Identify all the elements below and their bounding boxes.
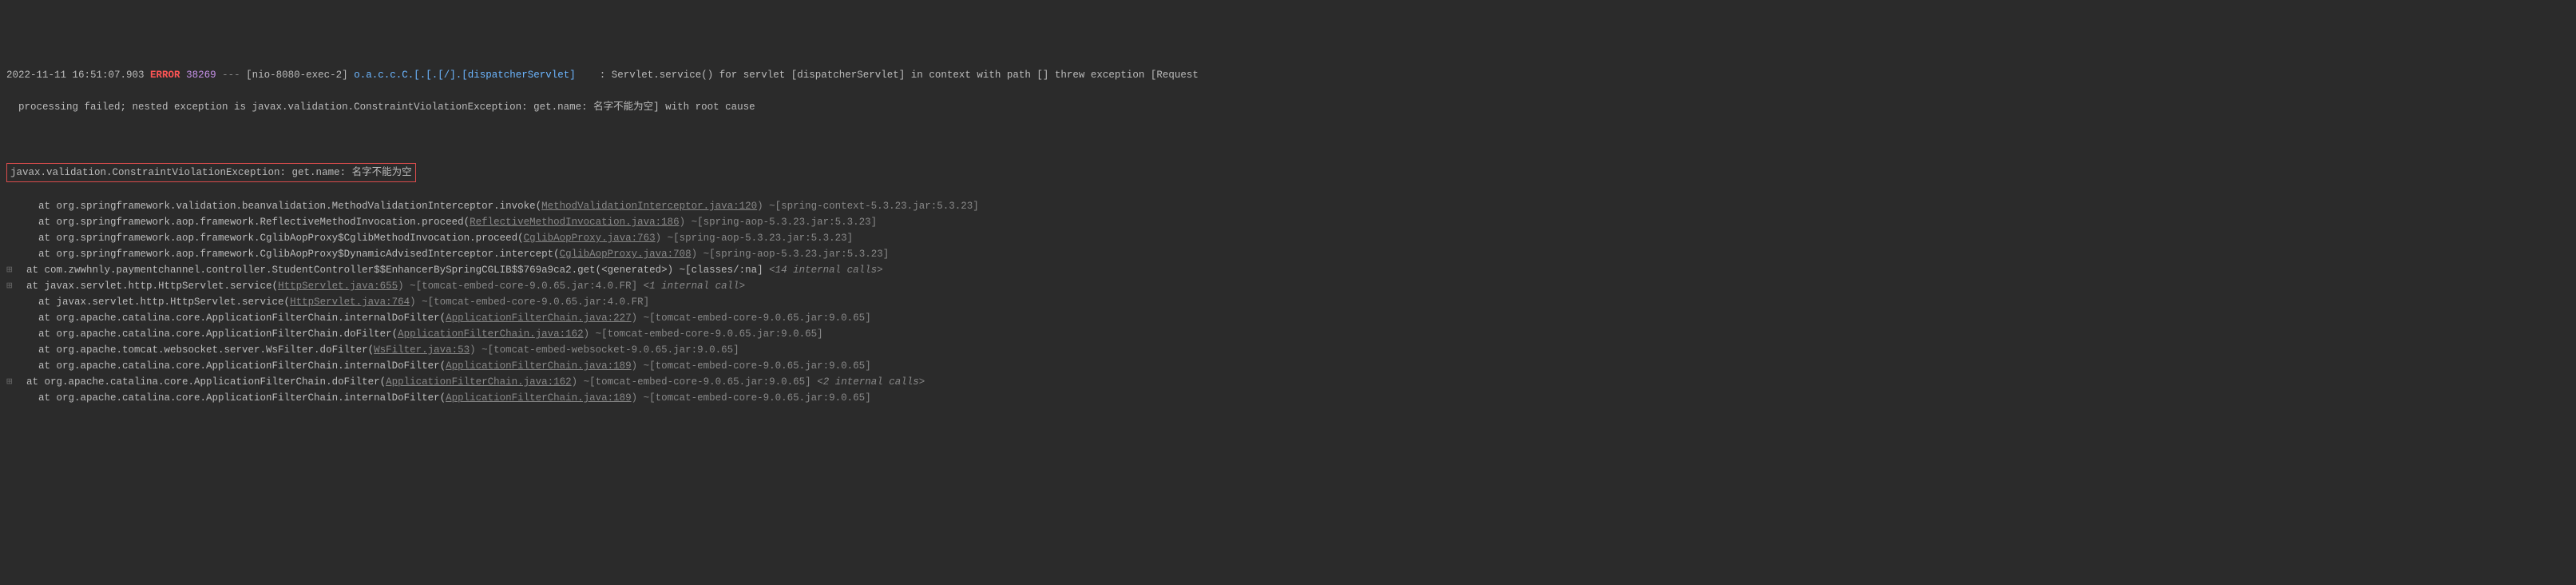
jar-info: ) ~[tomcat-embed-core-9.0.65.jar:9.0.65] bbox=[632, 392, 871, 404]
gutter-blank bbox=[6, 342, 14, 358]
stack-frame: ⊞ at org.apache.catalina.core.Applicatio… bbox=[6, 374, 2570, 390]
stack-text: at javax.servlet.http.HttpServlet.servic… bbox=[14, 281, 278, 292]
source-link[interactable]: CglibAopProxy.java:763 bbox=[524, 233, 656, 244]
jar-info: ) ~[spring-aop-5.3.23.jar:5.3.23] bbox=[692, 249, 890, 260]
blank-line bbox=[6, 131, 2570, 147]
stack-frame: at org.apache.catalina.core.ApplicationF… bbox=[6, 358, 2570, 374]
jar-info: ) ~[tomcat-embed-core-9.0.65.jar:4.0.FR] bbox=[398, 281, 644, 292]
log-header-line-1: 2022-11-11 16:51:07.903 ERROR 38269 --- … bbox=[6, 67, 2570, 83]
gutter-blank bbox=[6, 326, 14, 342]
separator-dashes: --- bbox=[222, 70, 240, 81]
stack-text: at org.apache.catalina.core.ApplicationF… bbox=[14, 312, 446, 324]
stack-frame: at org.springframework.aop.framework.Ref… bbox=[6, 214, 2570, 230]
exception-row: javax.validation.ConstraintViolationExce… bbox=[6, 163, 2570, 182]
source-link[interactable]: ApplicationFilterChain.java:162 bbox=[386, 376, 572, 388]
stack-text: at org.springframework.aop.framework.Cgl… bbox=[14, 233, 524, 244]
source-link[interactable]: WsFilter.java:53 bbox=[374, 344, 470, 356]
expand-icon[interactable]: ⊞ bbox=[6, 278, 14, 294]
timestamp: 2022-11-11 16:51:07.903 bbox=[6, 70, 145, 81]
stack-text: at org.springframework.aop.framework.Ref… bbox=[14, 217, 470, 228]
jar-info: ) ~[tomcat-embed-core-9.0.65.jar:9.0.65] bbox=[632, 360, 871, 372]
logger-name: o.a.c.c.C.[.[.[/].[dispatcherServlet] bbox=[354, 70, 576, 81]
stack-frame: at org.springframework.aop.framework.Cgl… bbox=[6, 230, 2570, 246]
expand-icon[interactable]: ⊞ bbox=[6, 262, 14, 278]
exception-highlight: javax.validation.ConstraintViolationExce… bbox=[6, 163, 416, 182]
stack-frame: at org.apache.catalina.core.ApplicationF… bbox=[6, 390, 2570, 406]
logger-sep: : bbox=[576, 70, 612, 81]
stack-text: at org.springframework.aop.framework.Cgl… bbox=[14, 249, 560, 260]
jar-info: ) ~[tomcat-embed-core-9.0.65.jar:4.0.FR] bbox=[410, 296, 649, 308]
gutter-blank bbox=[6, 294, 14, 310]
gutter-blank bbox=[6, 230, 14, 246]
process-id: 38269 bbox=[186, 70, 216, 81]
folded-calls[interactable]: <14 internal calls> bbox=[769, 265, 883, 276]
jar-info: ) ~[tomcat-embed-core-9.0.65.jar:9.0.65] bbox=[632, 312, 871, 324]
gutter-blank bbox=[6, 358, 14, 374]
source-link[interactable]: CglibAopProxy.java:708 bbox=[560, 249, 692, 260]
log-message-part1: Servlet.service() for servlet [dispatche… bbox=[612, 70, 1199, 81]
stack-frame: at org.apache.catalina.core.ApplicationF… bbox=[6, 310, 2570, 326]
gutter-blank bbox=[6, 246, 14, 262]
stack-text: at org.apache.catalina.core.ApplicationF… bbox=[14, 360, 446, 372]
log-header-line-2: processing failed; nested exception is j… bbox=[6, 99, 2570, 115]
source-link[interactable]: ApplicationFilterChain.java:162 bbox=[398, 328, 584, 340]
gutter-blank bbox=[6, 310, 14, 326]
source-link[interactable]: ApplicationFilterChain.java:189 bbox=[446, 392, 632, 404]
source-link[interactable]: ApplicationFilterChain.java:189 bbox=[446, 360, 632, 372]
jar-info: ) ~[tomcat-embed-websocket-9.0.65.jar:9.… bbox=[470, 344, 739, 356]
stack-text: at javax.servlet.http.HttpServlet.servic… bbox=[14, 296, 290, 308]
stack-frame: ⊞ at javax.servlet.http.HttpServlet.serv… bbox=[6, 278, 2570, 294]
jar-info: ) ~[spring-aop-5.3.23.jar:5.3.23] bbox=[656, 233, 854, 244]
source-link[interactable]: HttpServlet.java:764 bbox=[290, 296, 410, 308]
stack-frame: at org.springframework.validation.beanva… bbox=[6, 198, 2570, 214]
log-level: ERROR bbox=[150, 70, 180, 81]
source-link[interactable]: MethodValidationInterceptor.java:120 bbox=[541, 201, 757, 212]
jar-info: ) ~[tomcat-embed-core-9.0.65.jar:9.0.65] bbox=[572, 376, 818, 388]
stack-text: at org.apache.catalina.core.ApplicationF… bbox=[14, 392, 446, 404]
jar-info: ) ~[spring-context-5.3.23.jar:5.3.23] bbox=[757, 201, 979, 212]
folded-calls[interactable]: <1 internal call> bbox=[644, 281, 746, 292]
stack-frame: at javax.servlet.http.HttpServlet.servic… bbox=[6, 294, 2570, 310]
gutter-blank bbox=[6, 214, 14, 230]
stack-frame: at org.springframework.aop.framework.Cgl… bbox=[6, 246, 2570, 262]
stack-text: at org.springframework.validation.beanva… bbox=[14, 201, 541, 212]
stacktrace: at org.springframework.validation.beanva… bbox=[6, 198, 2570, 406]
stack-text: at org.apache.tomcat.websocket.server.Ws… bbox=[14, 344, 374, 356]
source-link[interactable]: ApplicationFilterChain.java:227 bbox=[446, 312, 632, 324]
expand-icon[interactable]: ⊞ bbox=[6, 374, 14, 390]
jar-info: ) ~[spring-aop-5.3.23.jar:5.3.23] bbox=[680, 217, 878, 228]
log-message-part2: processing failed; nested exception is j… bbox=[6, 101, 755, 113]
folded-calls[interactable]: <2 internal calls> bbox=[817, 376, 925, 388]
gutter-blank bbox=[6, 390, 14, 406]
source-link[interactable]: HttpServlet.java:655 bbox=[278, 281, 398, 292]
stack-text: at com.zwwhnly.paymentchannel.controller… bbox=[14, 265, 769, 276]
stack-text: at org.apache.catalina.core.ApplicationF… bbox=[14, 328, 398, 340]
source-link[interactable]: ReflectiveMethodInvocation.java:186 bbox=[470, 217, 680, 228]
thread-name: [nio-8080-exec-2] bbox=[246, 70, 348, 81]
stack-text: at org.apache.catalina.core.ApplicationF… bbox=[14, 376, 386, 388]
stack-frame: at org.apache.catalina.core.ApplicationF… bbox=[6, 326, 2570, 342]
gutter-blank bbox=[6, 198, 14, 214]
stack-frame: ⊞ at com.zwwhnly.paymentchannel.controll… bbox=[6, 262, 2570, 278]
stack-frame: at org.apache.tomcat.websocket.server.Ws… bbox=[6, 342, 2570, 358]
jar-info: ) ~[tomcat-embed-core-9.0.65.jar:9.0.65] bbox=[584, 328, 823, 340]
